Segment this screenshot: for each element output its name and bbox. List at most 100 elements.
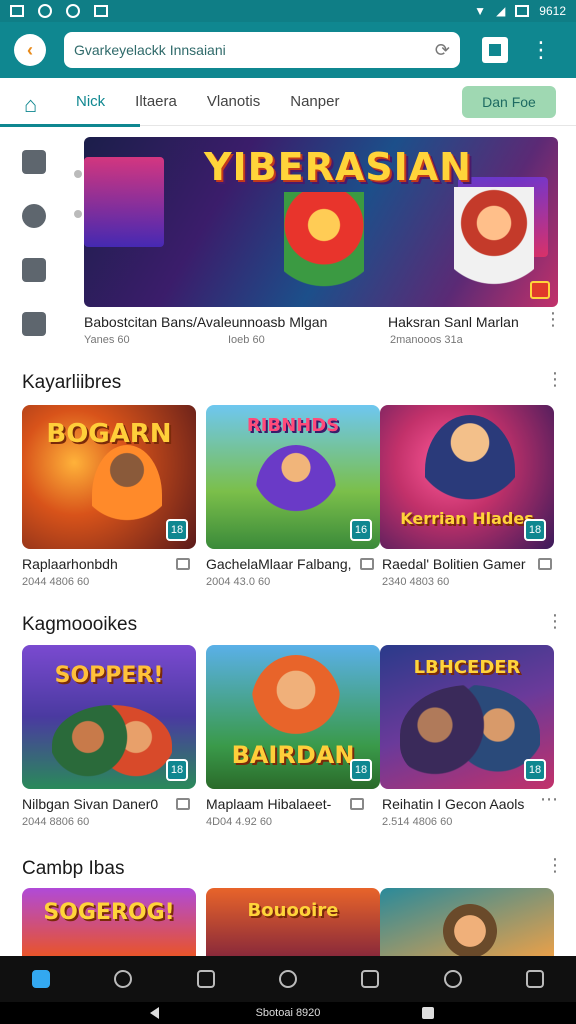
tabs-icon [489,44,501,56]
game-card[interactable]: RIBNHDS 16 [206,405,380,549]
system-nav-bar: Sbotoai 8920 [0,1002,576,1024]
notification-icon [10,5,24,17]
character-art [251,655,341,755]
age-rating-badge: 18 [166,759,188,781]
card-art [206,888,380,956]
briefcase-icon[interactable] [22,150,46,174]
nav-chat-icon[interactable] [359,968,381,990]
hero-more-icon[interactable]: ⋮ [544,310,562,328]
tab-iltaera[interactable]: Iltaera [135,93,177,110]
hero-title: YIBERASIAN [204,145,472,189]
card-art-title: Bouooire [247,900,339,921]
carousel-dots [74,170,82,250]
card-caption[interactable]: Maplaam Hibalaeet- [206,796,356,812]
controller-icon[interactable] [176,798,190,810]
overflow-menu-icon[interactable]: ⋮ [530,39,552,61]
age-rating-badge: 18 [524,759,546,781]
controller-icon[interactable] [360,558,374,570]
card-caption[interactable]: Nilbgan Sivan Daner0 [22,796,172,812]
tab-vlanotis[interactable]: Vlanotis [207,93,260,110]
character-art [440,898,500,956]
share-icon[interactable] [22,204,46,228]
card-art-title: SOGEROG! [43,900,175,925]
card-caption[interactable]: Reihatin I Gecon Aaols [382,796,532,812]
game-card[interactable]: BAIRDAN 18 [206,645,380,789]
nav-games-icon[interactable] [442,968,464,990]
tabs-button[interactable] [482,37,508,63]
hero-meta-mid: Ioeb 60 [228,334,265,346]
hero-caption-left[interactable]: Babostcitan Bans/Avaleunnoasb Mlgan [84,314,327,330]
section-more-icon[interactable]: ⋮ [546,856,564,874]
game-card[interactable] [380,888,554,956]
side-rail [22,150,50,366]
card-meta: 4D04 4.92 60 [206,816,273,828]
section-more-icon[interactable]: ⋮ [546,370,564,388]
refresh-icon[interactable]: ⟳ [435,40,450,61]
status-bar: ▼ ◢ 9612 [0,0,576,22]
character-art [52,705,172,785]
section-more-icon[interactable]: ⋮ [546,612,564,630]
carousel-dot[interactable] [74,170,82,178]
hero-badge-icon [530,281,550,299]
search-input[interactable]: Gvarkeyelackk Innsaiani [74,42,435,58]
age-rating-badge: 18 [524,519,546,541]
nav-info-icon[interactable] [277,968,299,990]
game-card[interactable]: SOPPER! 18 [22,645,196,789]
section-title: Kayarliibres [22,372,122,393]
neon-sign-art [84,157,164,247]
sync-icon [66,4,80,18]
age-rating-badge: 18 [350,759,372,781]
character-art [400,685,540,785]
hero-meta-right: 2manooos 31a [390,334,463,346]
controller-icon[interactable] [176,558,190,570]
age-rating-badge: 16 [350,519,372,541]
nav-apps-icon[interactable] [524,968,546,990]
carousel-dot[interactable] [74,210,82,218]
bottom-nav [0,956,576,1002]
hero-character-art [454,187,534,307]
controller-icon[interactable] [350,798,364,810]
section-title: Kagmoooikes [22,614,138,635]
card-art-title: BOGARN [46,419,172,449]
verified-folder-icon[interactable] [22,258,46,282]
status-time: 9612 [539,4,566,18]
promo-button[interactable]: Dan Foe [462,86,556,118]
card-caption[interactable]: Raplaarhonbdh [22,556,172,572]
hero-banner[interactable]: YIBERASIAN [84,137,558,307]
recents-icon[interactable] [422,1007,434,1019]
card-meta: 2004 43.0 60 [206,576,271,588]
calendar-icon[interactable] [22,312,46,336]
game-card[interactable]: Bouooire [206,888,380,956]
battery-icon [515,5,530,17]
card-caption[interactable]: Raedal' Bolitien Gamer [382,556,532,572]
character-art [256,445,336,535]
game-card[interactable]: BOGARN 18 [22,405,196,549]
tab-nick[interactable]: Nick [76,93,105,110]
home-icon[interactable]: ⌂ [24,92,46,117]
message-icon [94,5,108,17]
controller-icon[interactable] [538,558,552,570]
game-card[interactable]: Kerrian Hlades 18 [380,405,554,549]
game-card[interactable]: SOGEROG! [22,888,196,956]
system-label: Sbotoai 8920 [255,1007,321,1019]
nav-home-icon[interactable] [30,968,52,990]
card-more-icon[interactable]: ⋯ [540,790,558,808]
hero-caption-right[interactable]: Haksran Sanl Marlan [388,314,519,330]
hero-character-art [284,192,364,302]
character-art [92,445,162,545]
app-logo-icon[interactable]: ‹ [14,34,46,66]
signal-icon: ◢ [496,4,506,18]
search-field[interactable]: Gvarkeyelackk Innsaiani ⟳ [64,32,460,68]
card-art-title: SOPPER! [54,663,164,688]
game-card[interactable]: LBHCEDER 18 [380,645,554,789]
hero-meta-left: Yanes 60 [84,334,130,346]
wifi-icon: ▼ [474,4,487,18]
tab-nanper[interactable]: Nanper [290,93,339,110]
nav-library-icon[interactable] [195,968,217,990]
card-meta: 2044 4806 60 [22,576,90,588]
card-caption[interactable]: GachelaMlaar Falbang, [206,556,356,572]
card-meta: 2.514 4806 60 [382,816,453,828]
back-icon[interactable] [150,1007,159,1019]
app-notification-icon [38,4,52,18]
nav-search-icon[interactable] [112,968,134,990]
